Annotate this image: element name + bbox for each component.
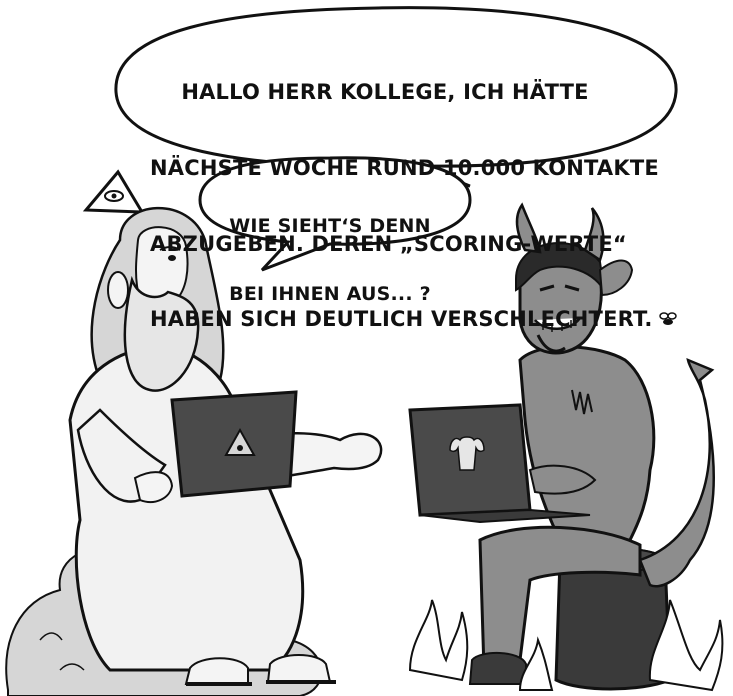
speech-line: WIE SIEHT‘S DENN xyxy=(229,214,431,237)
comic-panel: HALLO HERR KOLLEGE, ICH HÄTTE NÄCHSTE WO… xyxy=(0,0,733,696)
fly-icon xyxy=(659,312,677,325)
god-laptop xyxy=(170,390,298,498)
god-speech-text: WIE SIEHT‘S DENN BEI IHNEN AUS... ? xyxy=(205,169,455,351)
eye-of-providence-icon xyxy=(82,169,145,214)
speech-line: BEI IHNEN AUS... ? xyxy=(229,282,431,305)
speech-line: HALLO HERR KOLLEGE, ICH HÄTTE xyxy=(181,80,589,105)
